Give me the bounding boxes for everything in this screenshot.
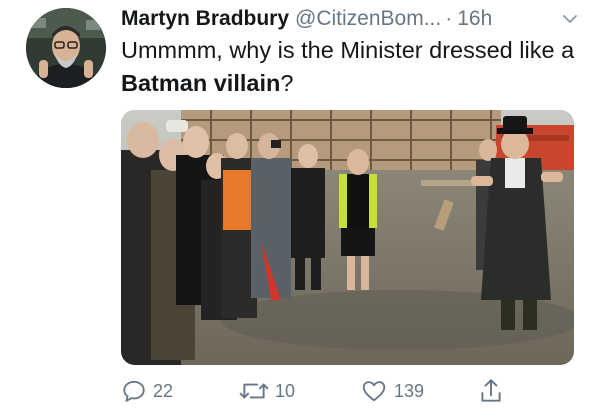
retweet-icon (239, 383, 269, 399)
reply-button[interactable]: 22 (121, 374, 173, 408)
share-button[interactable] (478, 374, 504, 408)
heart-icon (362, 381, 386, 402)
profile-photo (26, 8, 106, 88)
tweet-text-bold: Batman villain (121, 70, 281, 96)
author-handle[interactable]: @CitizenBom... (295, 7, 441, 31)
like-count: 139 (394, 380, 425, 401)
separator-dot: · (445, 7, 453, 30)
author-name[interactable]: Martyn Bradbury (121, 7, 289, 31)
tweet-timestamp[interactable]: 16h (457, 7, 492, 31)
share-icon (481, 379, 501, 402)
retweet-button[interactable]: 10 (239, 374, 295, 408)
reply-count: 22 (153, 380, 174, 401)
chevron-down-icon[interactable] (560, 9, 580, 29)
avatar[interactable] (26, 8, 106, 88)
tweet-media-image[interactable] (121, 110, 574, 365)
tweet-text-plain: Ummmm, why is the Minister dressed like … (121, 37, 575, 63)
retweet-count: 10 (275, 380, 296, 401)
reply-icon (123, 380, 145, 402)
photo-image (121, 110, 574, 365)
tweet-action-bar: 22 10 139 (121, 374, 581, 408)
tweet-header: Martyn Bradbury @CitizenBom... · 16h (121, 7, 580, 31)
like-button[interactable]: 139 (360, 374, 424, 408)
tweet-text-end: ? (280, 70, 294, 96)
tweet-text: Ummmm, why is the Minister dressed like … (121, 34, 581, 100)
